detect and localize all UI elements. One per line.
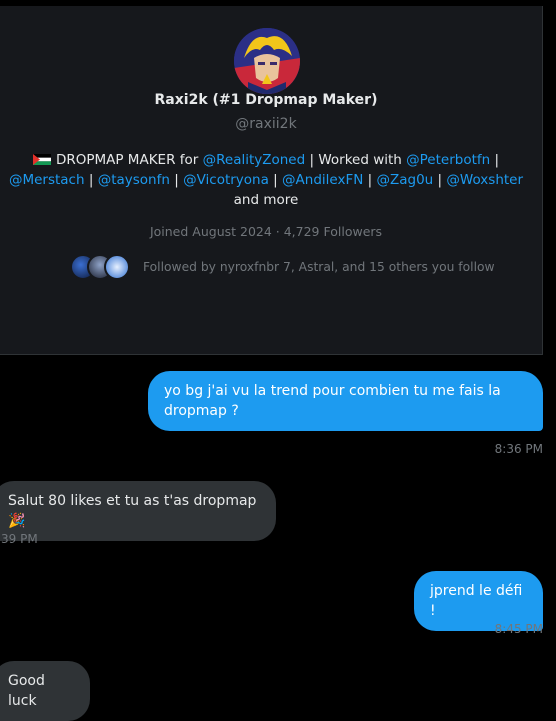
message-bubble-incoming[interactable]: Salut 80 likes et tu as t'as dropmap 🎉 [0,481,276,541]
mention-link[interactable]: @Vicotryona [183,172,269,188]
mention-link[interactable]: @Zag0u [376,172,433,188]
mention-link[interactable]: @RealityZoned [203,152,306,168]
profile-name[interactable]: Raxi2k (#1 Dropmap Maker) [0,92,532,108]
bio-text: | Worked with [309,152,402,168]
profile-handle: @raxii2k [235,116,297,132]
message-text: yo bg j'ai vu la trend pour combien tu m… [164,383,501,419]
followed-by[interactable]: Followed by nyroxfnbr 7, Astral, and 15 … [70,252,495,282]
message-text: Good luck [8,673,45,709]
avatar[interactable] [234,28,300,94]
palestine-flag-icon [32,151,51,165]
separator: | [437,172,443,188]
message-timestamp: 8:36 PM [494,442,543,456]
separator: | [88,172,94,188]
mention-link[interactable]: @AndilexFN [282,172,363,188]
avatar-image [234,28,300,94]
profile-bio: DROPMAP MAKER for @RealityZoned | Worked… [8,150,524,210]
bio-text: DROPMAP MAKER for [55,152,199,168]
followed-by-text: Followed by nyroxfnbr 7, Astral, and 15 … [143,260,495,274]
message-timestamp: 8:45 PM [494,622,543,636]
message-text: Salut 80 likes et tu as t'as dropmap 🎉 [8,493,257,529]
separator: | [273,172,278,188]
profile-card: Raxi2k (#1 Dropmap Maker) @raxii2k DROPM… [0,6,543,355]
message-timestamp: 39 PM [1,532,38,546]
mention-link[interactable]: @Woxshter [446,172,523,188]
message-bubble-outgoing[interactable]: yo bg j'ai vu la trend pour combien tu m… [148,371,543,431]
message-text: jprend le défi ! [430,583,523,619]
message-bubble-incoming[interactable]: Good luck [0,661,90,721]
mention-link[interactable]: @Merstach [9,172,85,188]
profile-meta: Joined August 2024 · 4,729 Followers [149,224,383,239]
mention-link[interactable]: @Peterbotfn [406,152,490,168]
separator: | [494,152,500,168]
separator: | [174,172,179,188]
bio-text: and more [233,192,299,208]
mention-link[interactable]: @taysonfn [98,172,170,188]
follower-avatar [104,254,130,280]
separator: | [367,172,373,188]
